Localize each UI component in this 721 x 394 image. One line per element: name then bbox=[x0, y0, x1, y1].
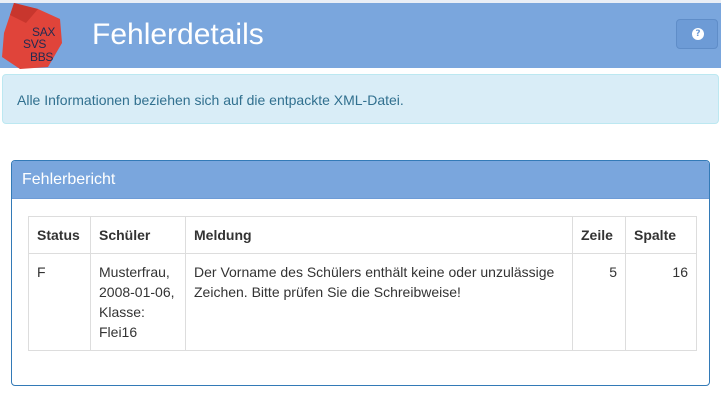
column-header-spalte: Spalte bbox=[625, 216, 697, 254]
cell-schueler: Musterfrau, 2008-01-06, Klasse: Flei16 bbox=[90, 253, 186, 351]
help-button[interactable]: ? bbox=[676, 19, 718, 49]
column-header-meldung: Meldung bbox=[185, 216, 573, 254]
table-row: F Musterfrau, 2008-01-06, Klasse: Flei16… bbox=[28, 253, 697, 351]
panel-heading: Fehlerbericht bbox=[12, 161, 709, 199]
cell-schueler-name: Musterfrau, bbox=[99, 264, 170, 280]
logo-line-2: SVS bbox=[23, 37, 47, 51]
info-alert: Alle Informationen beziehen sich auf die… bbox=[2, 74, 719, 124]
question-circle-icon: ? bbox=[692, 28, 704, 40]
cell-schueler-class: Flei16 bbox=[99, 324, 138, 340]
column-header-zeile: Zeile bbox=[572, 216, 626, 254]
cell-zeile: 5 bbox=[572, 253, 626, 351]
cell-meldung: Der Vorname des Schülers enthält keine o… bbox=[185, 253, 573, 351]
cell-schueler-class-label: Klasse: bbox=[99, 304, 145, 320]
table-header-row: Status Schüler Meldung Zeile Spalte bbox=[28, 216, 697, 254]
info-alert-text: Alle Informationen beziehen sich auf die… bbox=[17, 92, 404, 108]
error-report-panel: Fehlerbericht Status Schüler Meldung Zei… bbox=[11, 160, 710, 386]
logo-line-3: BBS bbox=[30, 50, 54, 64]
page-title: Fehlerdetails bbox=[92, 18, 264, 51]
panel-title: Fehlerbericht bbox=[22, 171, 116, 188]
cell-schueler-birthdate: 2008-01-06, bbox=[99, 284, 175, 300]
column-header-schueler: Schüler bbox=[90, 216, 186, 254]
app-header: SAX SVS BBS Fehlerdetails ? bbox=[0, 0, 721, 71]
sax-svs-bbs-logo: SAX SVS BBS bbox=[0, 3, 62, 71]
column-header-status: Status bbox=[28, 216, 91, 254]
cell-spalte: 16 bbox=[625, 253, 697, 351]
cell-status: F bbox=[28, 253, 91, 351]
error-table: Status Schüler Meldung Zeile Spalte F Mu… bbox=[28, 216, 697, 351]
